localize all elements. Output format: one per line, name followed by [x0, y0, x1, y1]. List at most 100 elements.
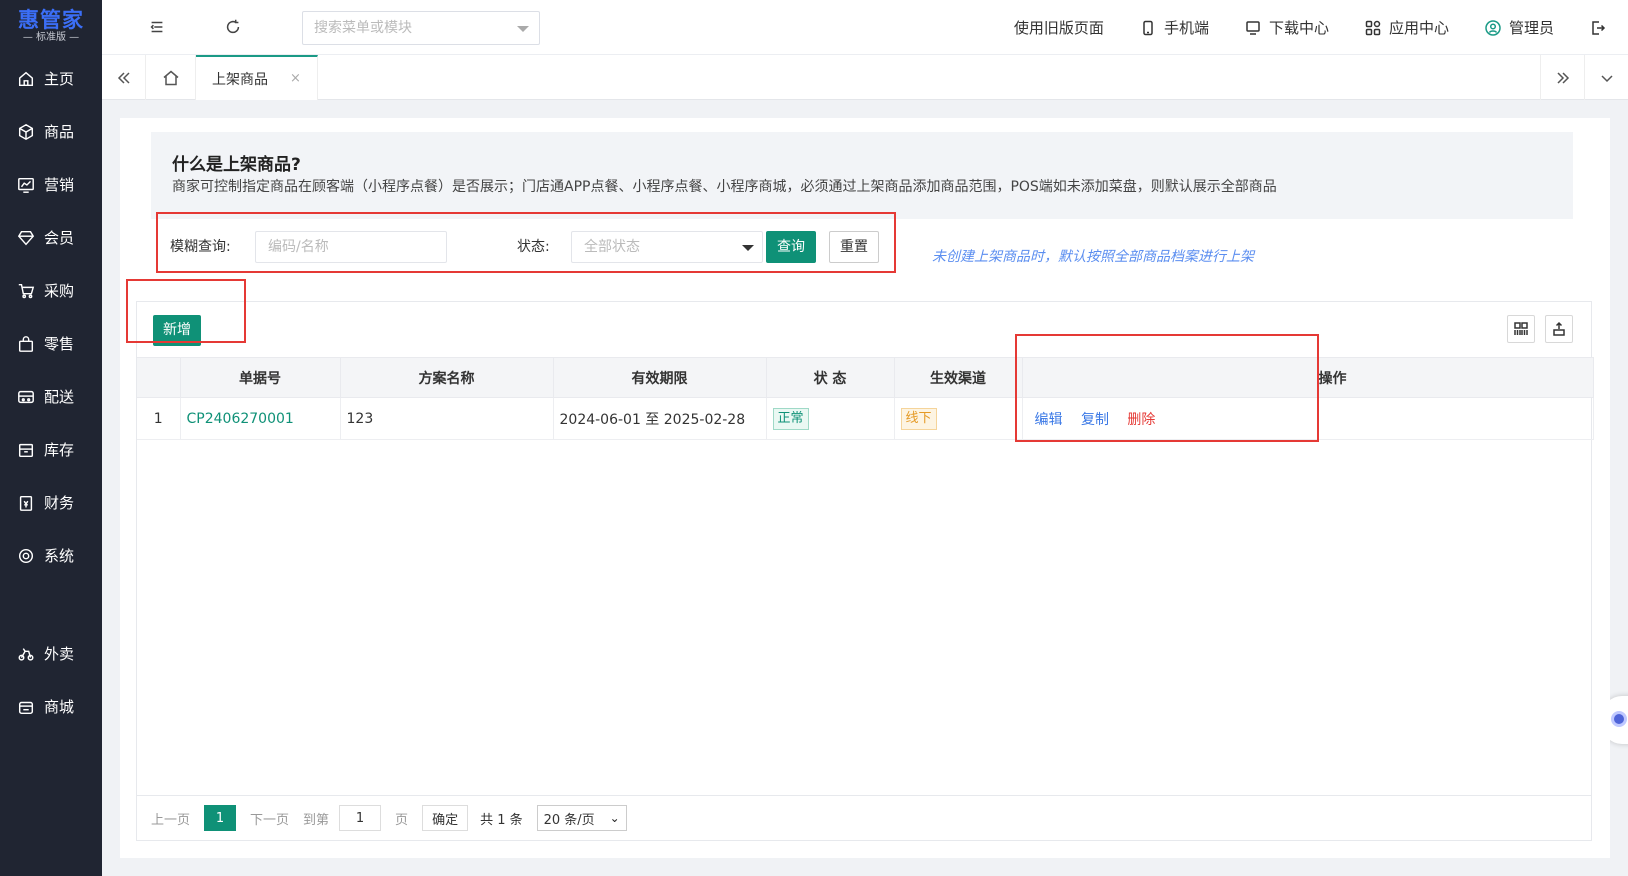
- logout-icon: [1592, 20, 1606, 35]
- old-page-label: 使用旧版页面: [1013, 19, 1104, 37]
- tab-scroll-left-button[interactable]: [102, 55, 146, 100]
- sidebar-item-retail[interactable]: 零售: [0, 317, 102, 370]
- tab-menu-dropdown[interactable]: [1584, 55, 1628, 100]
- col-header-channel: 生效渠道: [894, 357, 1023, 398]
- col-header-code: 单据号: [180, 357, 341, 398]
- assistant-icon: [1611, 711, 1627, 727]
- page-number-input[interactable]: 1: [339, 805, 382, 831]
- tab-scroll-right-button[interactable]: [1540, 55, 1584, 100]
- mobile-link[interactable]: 手机端: [1140, 17, 1209, 38]
- user-name: 管理员: [1508, 19, 1554, 37]
- diamond-icon: [16, 228, 36, 248]
- row-name: 123: [340, 397, 554, 440]
- column-settings-button[interactable]: [1507, 315, 1535, 343]
- user-menu[interactable]: 管理员: [1485, 17, 1554, 38]
- page-size-select[interactable]: 20 条/页 ⌄: [536, 805, 627, 831]
- col-header-index: [137, 357, 181, 398]
- goto-confirm-button[interactable]: 确定: [422, 805, 469, 831]
- double-chevron-left-icon: [117, 71, 130, 84]
- intro-text: 商家可控制指定商品在顾客端（小程序点餐）是否展示；门店通APP点餐、小程序点餐、…: [172, 179, 1277, 195]
- col-header-status: 状 态: [766, 357, 895, 398]
- row-code-link[interactable]: CP2406270001: [187, 411, 294, 427]
- chart-icon: [16, 175, 36, 195]
- sidebar-item-label: 财务: [44, 494, 75, 512]
- sidebar-item-label: 主页: [44, 70, 75, 88]
- export-icon: [1553, 321, 1565, 336]
- user-icon: [1485, 19, 1501, 36]
- phone-icon: [1143, 20, 1153, 35]
- sidebar: 惠管家 — 标准版 — 主页 商品 营销 会员 采购 零售 配送 库存 财务 系…: [0, 0, 102, 876]
- prev-page-button[interactable]: 上一页: [151, 809, 190, 828]
- sidebar-item-label: 零售: [44, 335, 75, 353]
- sidebar-item-label: 外卖: [44, 645, 75, 663]
- settings-icon: [16, 546, 36, 566]
- sidebar-item-purchase[interactable]: 采购: [0, 264, 102, 317]
- chevron-down-icon: [517, 26, 529, 32]
- top-bar: 搜索菜单或模块 使用旧版页面 手机端 下载中心 应用中心 管理员: [102, 0, 1628, 55]
- delivery-icon: [16, 644, 36, 664]
- chevron-down-icon: ⌄: [609, 811, 620, 825]
- sidebar-item-label: 配送: [44, 388, 75, 406]
- export-button[interactable]: [1545, 315, 1573, 343]
- next-page-button[interactable]: 下一页: [250, 809, 289, 828]
- sidebar-item-inventory[interactable]: 库存: [0, 423, 102, 476]
- col-header-name: 方案名称: [340, 357, 554, 398]
- sidebar-item-system[interactable]: 系统: [0, 529, 102, 582]
- sidebar-item-label: 采购: [44, 282, 75, 300]
- main-content: 什么是上架商品? 商家可控制指定商品在顾客端（小程序点餐）是否展示；门店通APP…: [120, 118, 1610, 858]
- bag-icon: [16, 334, 36, 354]
- pagination: 上一页 1 下一页 到第 1 页 确定 共 1 条 20 条/页 ⌄: [137, 795, 1591, 840]
- sidebar-item-label: 营销: [44, 176, 75, 194]
- sidebar-item-takeout[interactable]: 外卖: [0, 627, 102, 680]
- sidebar-item-mall[interactable]: 商城: [0, 680, 102, 733]
- intro-panel: 什么是上架商品? 商家可控制指定商品在顾客端（小程序点餐）是否展示；门店通APP…: [151, 132, 1573, 219]
- sidebar-item-finance[interactable]: 财务: [0, 476, 102, 529]
- logo: 惠管家 — 标准版 —: [0, 0, 102, 52]
- cube-icon: [16, 122, 36, 142]
- sidebar-item-goods[interactable]: 商品: [0, 105, 102, 158]
- menu-search-input[interactable]: 搜索菜单或模块: [302, 11, 540, 45]
- grid-icon: [1514, 322, 1528, 335]
- sidebar-item-home[interactable]: 主页: [0, 52, 102, 105]
- double-chevron-right-icon: [1556, 71, 1569, 84]
- intro-title: 什么是上架商品?: [172, 155, 301, 175]
- mobile-label: 手机端: [1163, 19, 1209, 37]
- page-unit-label: 页: [395, 812, 409, 828]
- chevron-down-icon: [1600, 74, 1613, 82]
- menu-search-placeholder: 搜索菜单或模块: [314, 20, 412, 36]
- monitor-icon: [1246, 20, 1260, 35]
- app-center-link[interactable]: 应用中心: [1365, 17, 1449, 38]
- menu-collapse-icon[interactable]: [146, 16, 168, 38]
- tab-label: 上架商品: [212, 71, 268, 88]
- sidebar-item-marketing[interactable]: 营销: [0, 158, 102, 211]
- close-icon[interactable]: ×: [290, 71, 301, 86]
- download-center-link[interactable]: 下载中心: [1245, 17, 1329, 38]
- table-header-row: 单据号 方案名称 有效期限 状 态 生效渠道 操作: [137, 357, 1594, 398]
- tab-home[interactable]: [146, 55, 196, 100]
- store-icon: [16, 697, 36, 717]
- row-code: CP2406270001: [180, 397, 341, 440]
- tab-listed-goods[interactable]: 上架商品 ×: [196, 55, 318, 100]
- truck-icon: [16, 387, 36, 407]
- logout-button[interactable]: [1590, 20, 1614, 36]
- finance-icon: [16, 493, 36, 513]
- old-page-link[interactable]: 使用旧版页面: [1014, 17, 1104, 38]
- data-grid: 新增 单据号 方案名称 有效期限 状 态 生效渠道 操作 1 CP2406270…: [136, 301, 1594, 841]
- cart-icon: [16, 281, 36, 301]
- sidebar-item-label: 系统: [44, 547, 75, 565]
- download-center-label: 下载中心: [1268, 19, 1329, 37]
- home-icon: [163, 70, 178, 85]
- sidebar-item-delivery[interactable]: 配送: [0, 370, 102, 423]
- tab-bar: 上架商品 ×: [102, 55, 1628, 100]
- sidebar-item-label: 商城: [44, 698, 75, 716]
- row-index: 1: [137, 397, 181, 440]
- status-badge: 正常: [772, 407, 809, 430]
- refresh-icon[interactable]: [222, 16, 244, 38]
- highlight-box-filters: [156, 212, 896, 273]
- sidebar-item-member[interactable]: 会员: [0, 211, 102, 264]
- sidebar-item-label: 库存: [44, 441, 75, 459]
- brand-name: 惠管家: [18, 8, 84, 32]
- filter-hint: 未创建上架商品时，默认按照全部商品档案进行上架: [932, 249, 1254, 265]
- page-size-value: 20 条/页: [543, 812, 595, 828]
- current-page[interactable]: 1: [204, 805, 237, 831]
